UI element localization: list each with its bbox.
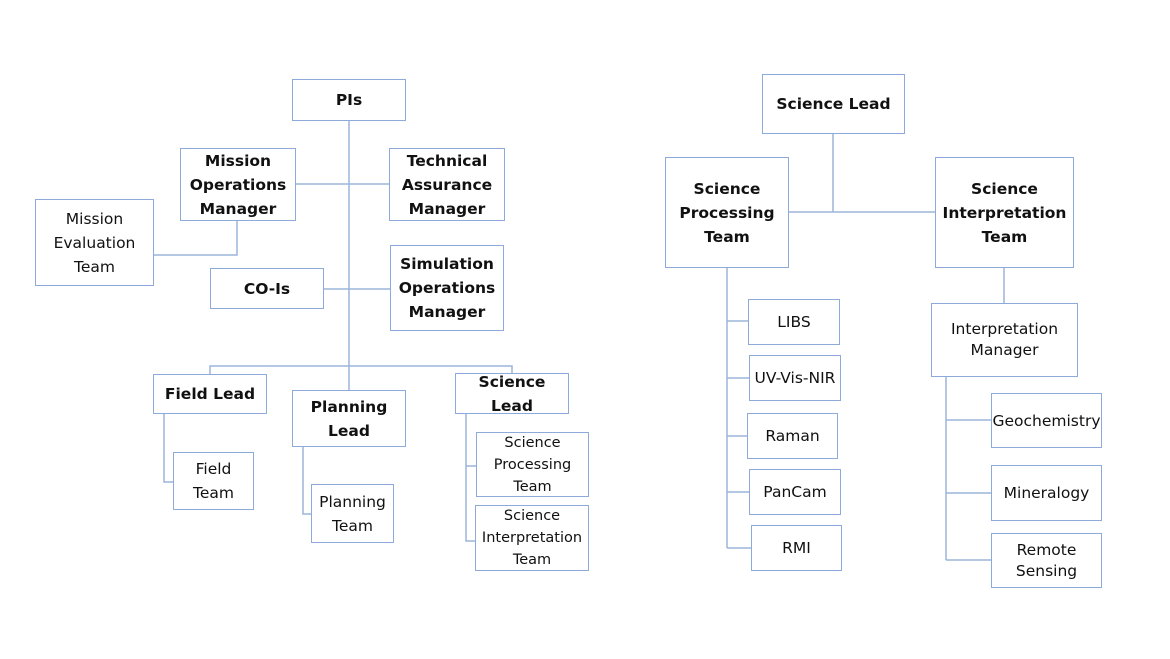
node-science-processing-team: Science Processing Team xyxy=(665,157,789,268)
node-raman: Raman xyxy=(747,413,838,459)
node-rmi: RMI xyxy=(751,525,842,571)
node-field-lead: Field Lead xyxy=(153,374,267,414)
node-science-processing-team-left: Science Processing Team xyxy=(476,432,589,497)
node-science-interpretation-team: Science Interpretation Team xyxy=(935,157,1074,268)
node-science-lead-left: Science Lead xyxy=(455,373,569,415)
node-mineralogy: Mineralogy xyxy=(991,465,1102,521)
node-field-team: Field Team xyxy=(173,452,254,510)
node-simulation-operations-manager: Simulation Operations Manager xyxy=(390,245,504,331)
node-science-lead-right: Science Lead xyxy=(762,74,905,134)
node-planning-team: Planning Team xyxy=(311,484,394,543)
node-remote-sensing: Remote Sensing xyxy=(991,533,1102,588)
node-planning-lead: Planning Lead xyxy=(292,390,406,447)
org-charts: PIs Mission Operations Manager Technical… xyxy=(0,0,1170,659)
node-science-interpretation-team-left: Science Interpretation Team xyxy=(475,505,589,571)
node-mission-evaluation-team: Mission Evaluation Team xyxy=(35,199,154,286)
node-co-is: CO-Is xyxy=(210,268,324,309)
node-pis: PIs xyxy=(292,79,406,121)
node-pancam: PanCam xyxy=(749,469,841,515)
node-technical-assurance-manager: Technical Assurance Manager xyxy=(389,148,505,221)
node-mission-operations-manager: Mission Operations Manager xyxy=(180,148,296,221)
node-geochemistry: Geochemistry xyxy=(991,393,1102,448)
node-interpretation-manager: Interpretation Manager xyxy=(931,303,1078,377)
node-uv-vis-nir: UV-Vis-NIR xyxy=(749,355,841,401)
node-libs: LIBS xyxy=(748,299,840,345)
